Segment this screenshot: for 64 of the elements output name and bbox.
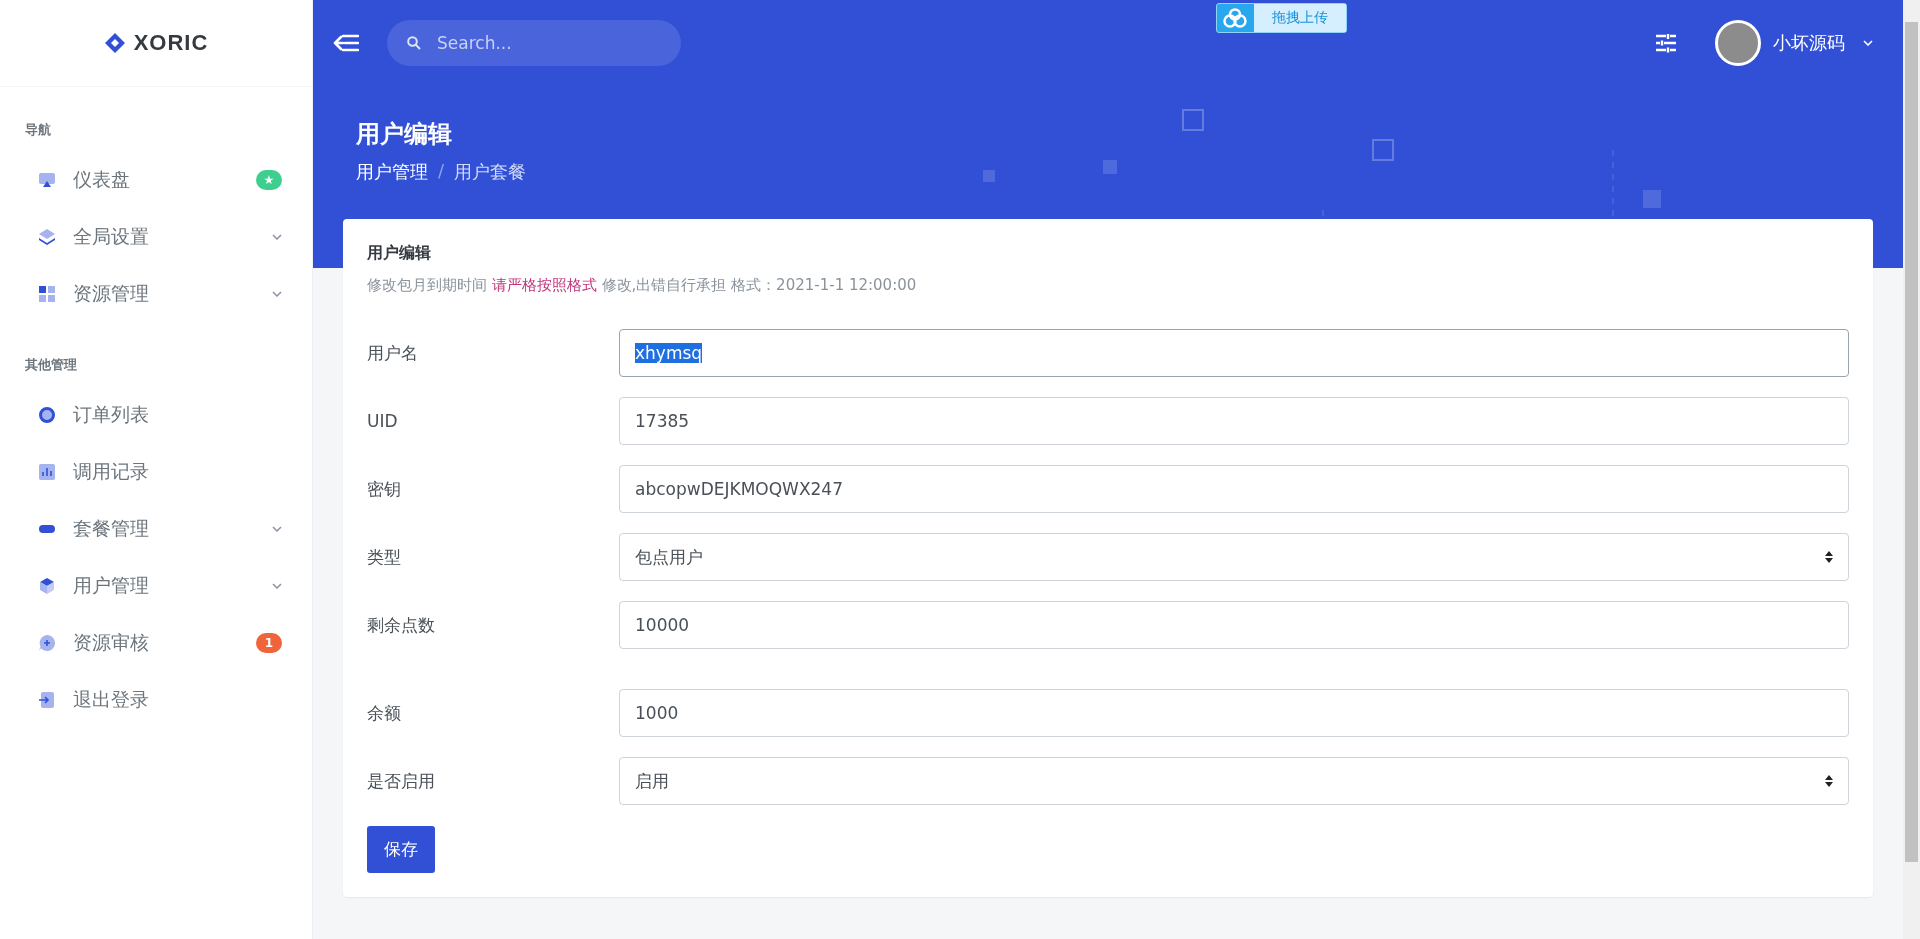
grid-icon <box>38 284 56 303</box>
sidebar-item[interactable]: 全局设置 <box>0 208 312 265</box>
breadcrumb-current: 用户套餐 <box>454 160 527 184</box>
sidebar-item-label: 订单列表 <box>73 401 150 427</box>
sidebar-item-label: 仪表盘 <box>73 166 131 192</box>
select-field[interactable]: 包点用户 <box>619 533 1849 581</box>
card-description: 修改包月到期时间 请严格按照格式 修改,出错自行承担 格式：2021-1-1 12:00:00 <box>367 276 918 295</box>
card-title: 用户编辑 <box>367 243 432 264</box>
chevron-down-icon[interactable] <box>1863 40 1873 46</box>
upload-button[interactable]: 拖拽上传 <box>1216 3 1347 33</box>
input-field[interactable]: xhymsq <box>619 329 1849 377</box>
layers-icon <box>38 227 56 246</box>
sidebar-item[interactable]: 资源管理 <box>0 265 312 322</box>
page-title: 用户编辑 <box>355 119 453 150</box>
chart-icon <box>38 462 56 481</box>
sort-arrows-icon <box>1824 550 1834 564</box>
sidebar-item[interactable]: 用户管理 <box>0 557 312 614</box>
breadcrumb-separator: / <box>438 160 445 183</box>
field-label: 余额 <box>367 701 402 725</box>
user-name[interactable]: 小坏源码 <box>1773 31 1845 55</box>
sidebar-item[interactable]: 订单列表 <box>0 386 312 443</box>
field-label: 剩余点数 <box>367 613 436 637</box>
count-badge: ★ <box>256 169 282 190</box>
sidebar-item-label: 退出登录 <box>73 686 150 712</box>
field-label: 类型 <box>367 545 402 569</box>
select-field[interactable]: 启用 <box>619 757 1849 805</box>
sidebar-item-label: 全局设置 <box>73 223 150 249</box>
sidebar-section-title: 导航 <box>24 121 52 139</box>
field-label: 用户名 <box>367 341 419 365</box>
chat-icon <box>38 633 56 652</box>
sidebar-item-label: 资源审核 <box>73 629 150 655</box>
field-label: UID <box>367 411 399 431</box>
sidebar-item-label: 套餐管理 <box>73 515 150 541</box>
input-field[interactable]: abcopwDEJKMOQWX247 <box>619 465 1849 513</box>
field-label: 密钥 <box>367 477 402 501</box>
sidebar-section-title: 其他管理 <box>24 356 78 374</box>
brand-logo-text: XORIC <box>133 30 209 56</box>
field-label: 是否启用 <box>367 769 436 793</box>
input-field[interactable]: 17385 <box>619 397 1849 445</box>
menu-collapse-icon[interactable] <box>333 34 359 52</box>
monitor-icon <box>38 170 56 189</box>
count-badge: 1 <box>256 632 282 653</box>
sidebar-item[interactable]: 资源审核 1 <box>0 614 312 671</box>
exit-icon <box>38 690 56 709</box>
cloud-icon <box>1222 8 1248 28</box>
sidebar-item-label: 用户管理 <box>73 572 150 598</box>
cube-icon <box>38 576 56 595</box>
sidebar-item[interactable]: 仪表盘 ★ <box>0 151 312 208</box>
search-icon <box>407 36 421 50</box>
sidebar-item-label: 调用记录 <box>73 458 150 484</box>
sidebar-item[interactable]: 退出登录 <box>0 671 312 728</box>
save-button[interactable]: 保存 <box>367 826 435 873</box>
input-field[interactable]: 10000 <box>619 601 1849 649</box>
sliders-icon[interactable] <box>1655 33 1677 53</box>
diamond-logo-icon <box>103 32 126 54</box>
sidebar-item[interactable]: 套餐管理 <box>0 500 312 557</box>
input-field[interactable]: 1000 <box>619 689 1849 737</box>
sidebar-item-label: 资源管理 <box>73 280 150 306</box>
circle-icon <box>38 405 56 424</box>
scrollbar[interactable] <box>1903 0 1920 939</box>
sort-arrows-icon <box>1824 774 1834 788</box>
avatar-placeholder[interactable] <box>1715 20 1761 66</box>
sidebar-item[interactable]: 调用记录 <box>0 443 312 500</box>
breadcrumb-link[interactable]: 用户管理 <box>356 160 428 184</box>
